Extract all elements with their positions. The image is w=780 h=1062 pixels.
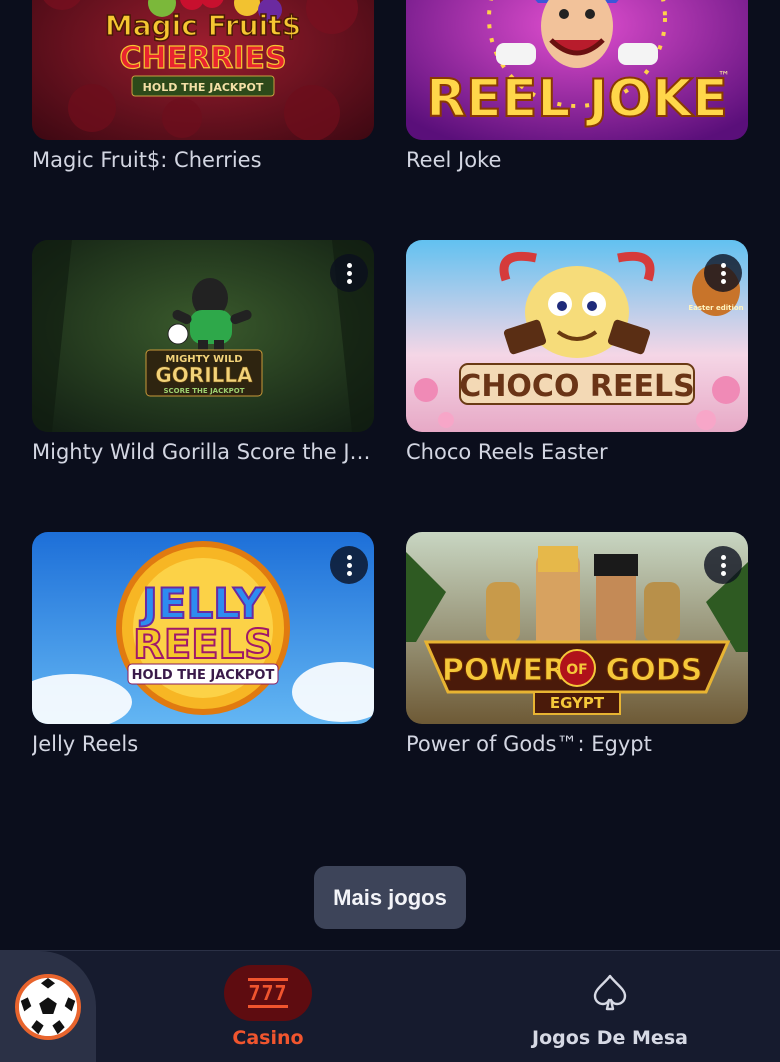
game-title[interactable]: Magic Fruit$: Cherries [32,146,374,174]
game-grid: Magic Fruit$ CHERRIES HOLD THE JACKPOT M… [32,0,748,824]
game-card[interactable]: JELLY REELS HOLD THE JACKPOT Jelly Reels [32,532,374,824]
game-thumbnail[interactable]: MIGHTY WILD GORILLA SCORE THE JACKPOT [32,240,374,432]
art-text: OF [566,662,587,678]
art-text: POWER [442,653,566,688]
game-thumbnail[interactable]: POWER OF GODS EGYPT [406,532,748,724]
kebab-menu-icon [720,553,726,577]
spade-icon [582,965,638,1021]
nav-casino-label: Casino [232,1027,304,1049]
soccer-ball-icon [15,974,81,1040]
art-text: Magic Fruit$ [105,9,301,42]
casino-777-icon: 777 [224,965,312,1021]
more-options-button[interactable] [330,546,368,584]
game-title[interactable]: Jelly Reels [32,730,374,758]
art-text: HOLD THE JACKPOT [143,81,264,94]
game-thumbnail[interactable]: Magic Fruit$ CHERRIES HOLD THE JACKPOT [32,0,374,140]
art-text: CHOCO REELS [459,369,694,404]
game-card[interactable]: CHOCO REELS Easter edition Choco Reels E… [406,240,748,532]
art-text: ™ [718,69,730,83]
more-options-button[interactable] [330,254,368,292]
art-text: HOLD THE JACKPOT [132,668,275,683]
nav-casino[interactable]: 777 Casino [206,965,330,1049]
art-text: JELLY [139,579,264,628]
art-text: EGYPT [550,694,605,712]
game-card[interactable]: POWER OF GODS EGYPT Power of Gods™: Egyp… [406,532,748,824]
game-thumbnail[interactable]: CHOCO REELS Easter edition [406,240,748,432]
nav-sports[interactable] [0,951,96,1062]
game-thumbnail[interactable]: JELLY REELS HOLD THE JACKPOT [32,532,374,724]
game-card[interactable]: REEL JOKE ™ Reel Joke [406,0,748,240]
casino-icon-text: 777 [248,981,288,1005]
game-title[interactable]: Mighty Wild Gorilla Score the Jackpot [32,438,374,466]
game-thumbnail[interactable]: REEL JOKE ™ [406,0,748,140]
game-card[interactable]: MIGHTY WILD GORILLA SCORE THE JACKPOT Mi… [32,240,374,532]
art-text: REELS [133,622,273,668]
casino-page: Magic Fruit$ CHERRIES HOLD THE JACKPOT M… [0,0,780,1062]
bottom-navigation: 777 Casino Jogos De Mesa [0,950,780,1062]
more-options-button[interactable] [704,254,742,292]
art-text: SCORE THE JACKPOT [163,387,244,395]
art-text: GORILLA [155,363,253,387]
game-title[interactable]: Choco Reels Easter [406,438,748,466]
art-text: Easter edition [688,304,743,312]
game-title[interactable]: Power of Gods™: Egypt [406,730,748,758]
game-title[interactable]: Reel Joke [406,146,748,174]
kebab-menu-icon [720,261,726,285]
art-text: GODS [606,653,703,688]
game-card[interactable]: Magic Fruit$ CHERRIES HOLD THE JACKPOT M… [32,0,374,240]
kebab-menu-icon [346,553,352,577]
art-text: REEL JOKE [426,69,728,129]
kebab-menu-icon [346,261,352,285]
more-options-button[interactable] [704,546,742,584]
more-games-button[interactable]: Mais jogos [314,866,466,929]
nav-table-games-label: Jogos De Mesa [532,1027,688,1049]
art-text: CHERRIES [119,41,286,76]
nav-table-games[interactable]: Jogos De Mesa [520,965,700,1049]
